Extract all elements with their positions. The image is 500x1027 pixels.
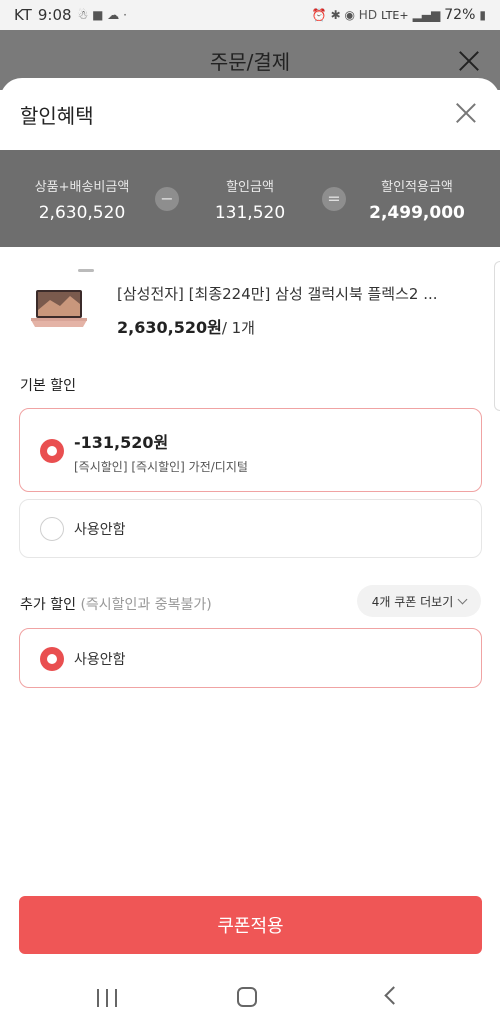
product-shipping-value: 2,630,520 [38, 203, 126, 223]
notification-icons: ☃ ■ ☁ · [77, 8, 127, 22]
minus-icon: − [155, 187, 179, 211]
radio-selected-icon[interactable] [40, 439, 64, 463]
price-summary: 상품+배송비금액 2,630,520 − 할인금액 131,520 = 할인적용… [0, 150, 500, 247]
product-price: 2,630,520원 [117, 318, 222, 337]
option-label: 사용안함 [74, 652, 126, 668]
extra-discount-label: 추가 할인 (즉시할인과 중복불가) [20, 594, 212, 614]
close-icon[interactable] [456, 103, 476, 123]
battery-percent: 72% [444, 7, 476, 23]
extra-discount-title: 추가 할인 [20, 597, 76, 613]
basic-discount-option-none[interactable]: 사용안함 [19, 499, 482, 558]
discount-value: 131,520 [214, 203, 286, 223]
extra-discount-sublabel: (즉시할인과 중복불가) [80, 597, 212, 613]
recent-apps-icon[interactable] [97, 989, 117, 1007]
radio-unselected-icon[interactable] [40, 517, 64, 541]
status-bar: KT 9:08 ☃ ■ ☁ · ⏰ ✱ ◉ HD LTE+ ▂▄▆ 72% ▮ [0, 0, 500, 30]
clock: 9:08 [37, 6, 72, 24]
carrier-label: KT [14, 6, 32, 24]
signal-icon: ▂▄▆ [412, 8, 441, 22]
background-close-icon [458, 50, 480, 72]
apply-coupon-button[interactable]: 쿠폰적용 [19, 896, 482, 954]
chevron-down-icon [457, 594, 468, 604]
home-icon[interactable] [237, 987, 257, 1007]
final-label: 할인적용금액 [381, 180, 453, 195]
background-page-title: 주문/결제 [209, 49, 291, 74]
radio-selected-icon[interactable] [40, 647, 64, 671]
product-shipping-label: 상품+배송비금액 [34, 180, 130, 195]
coupon-amount: -131,520원 [74, 433, 169, 452]
side-edge [494, 261, 500, 411]
coupon-description: [즉시할인] [즉시할인] 가전/디지털 [74, 460, 248, 474]
system-navigation-bar [0, 968, 500, 1027]
discount-amount: 할인금액 131,520 [180, 176, 320, 223]
system-status-icons: ⏰ ✱ ◉ HD [311, 8, 378, 22]
battery-icon: ▮ [479, 8, 486, 22]
discount-sheet: 할인혜택 상품+배송비금액 2,630,520 − 할인금액 131,520 =… [0, 78, 500, 1027]
network-label: LTE+ [381, 8, 409, 22]
back-icon[interactable] [384, 986, 403, 1005]
more-coupons-button[interactable]: 4개 쿠폰 더보기 [357, 585, 481, 617]
sheet-title: 할인혜택 [20, 104, 94, 128]
product-name: [삼성전자] [최종224만] 삼성 갤럭시북 플렉스2 ... [117, 285, 438, 303]
equals-icon: = [322, 187, 346, 211]
product-shipping-amount: 상품+배송비금액 2,630,520 [12, 176, 152, 223]
image-indicator [78, 269, 94, 272]
product-price-line: 2,630,520원/ 1개 [117, 314, 255, 338]
basic-discount-label: 기본 할인 [20, 378, 76, 394]
discount-label: 할인금액 [226, 180, 274, 195]
option-label: 사용안함 [74, 522, 126, 538]
final-amount: 할인적용금액 2,499,000 [347, 176, 487, 223]
laptop-thumbnail [31, 290, 87, 327]
more-coupons-label: 4개 쿠폰 더보기 [371, 594, 454, 609]
extra-discount-option-none[interactable]: 사용안함 [19, 628, 482, 688]
basic-discount-option-coupon[interactable]: -131,520원 [즉시할인] [즉시할인] 가전/디지털 [19, 408, 482, 492]
product-quantity: / 1개 [221, 319, 255, 337]
final-value: 2,499,000 [369, 203, 465, 223]
